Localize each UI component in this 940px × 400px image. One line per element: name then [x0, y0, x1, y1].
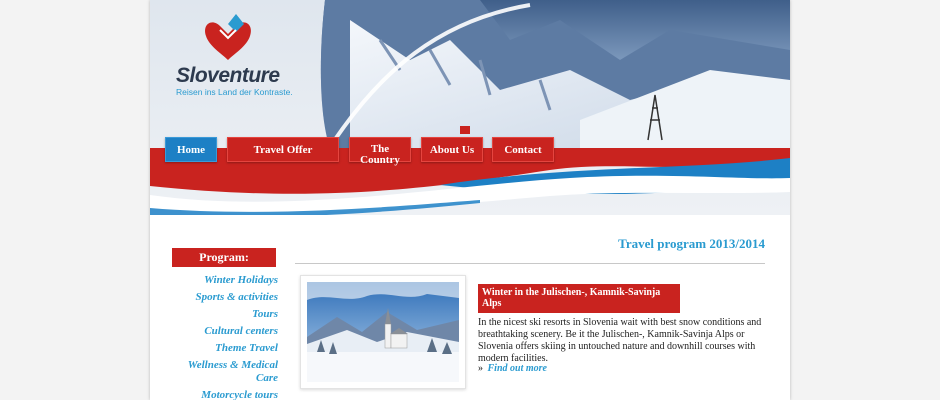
- winter-church-image: [307, 282, 459, 382]
- offer-heading: Winter in the Julischen-, Kamnik-Savinja…: [478, 284, 680, 313]
- nav-travel-offer[interactable]: Travel Offer: [227, 137, 339, 162]
- sidebar-item-winter-holidays[interactable]: Winter Holidays: [172, 272, 278, 289]
- find-out-more-link[interactable]: » Find out more: [478, 363, 547, 374]
- sidebar-item-wellness[interactable]: Wellness & Medical Care: [172, 357, 278, 387]
- sidebar-item-tours[interactable]: Tours: [172, 306, 278, 323]
- brand-name: Sloventure: [176, 64, 280, 87]
- nav-the-country[interactable]: The Country: [349, 137, 411, 166]
- sidebar-item-theme-travel[interactable]: Theme Travel: [172, 340, 278, 357]
- link-marker: »: [478, 363, 483, 374]
- program-sidebar: Program: Winter Holidays Sports & activi…: [172, 248, 278, 400]
- nav-home[interactable]: Home: [165, 137, 217, 162]
- offer-image-card[interactable]: [300, 275, 466, 389]
- nav-about-us[interactable]: About Us: [421, 137, 483, 162]
- header: Sloventure Reisen ins Land der Kontraste…: [150, 0, 790, 215]
- offer-description: In the nicest ski resorts in Slovenia wa…: [478, 317, 762, 364]
- logo[interactable]: Sloventure Reisen ins Land der Kontraste…: [162, 10, 302, 100]
- sidebar-item-motorcycle-tours[interactable]: Motorcycle tours: [172, 387, 278, 400]
- sidebar-list: Winter Holidays Sports & activities Tour…: [172, 272, 278, 400]
- sidebar-item-sports-activities[interactable]: Sports & activities: [172, 289, 279, 306]
- logo-heart-icon: [205, 14, 251, 60]
- sidebar-item-cultural-centers[interactable]: Cultural centers: [172, 323, 278, 340]
- sidebar-heading: Program:: [172, 248, 276, 267]
- main-nav: Home Travel Offer The Country About Us C…: [150, 137, 790, 167]
- page: Sloventure Reisen ins Land der Kontraste…: [150, 0, 790, 400]
- brand-tagline: Reisen ins Land der Kontraste.: [176, 87, 293, 97]
- title-divider: [295, 263, 765, 264]
- find-out-more-label: Find out more: [487, 363, 547, 374]
- nav-contact[interactable]: Contact: [492, 137, 554, 162]
- page-title: Travel program 2013/2014: [618, 236, 765, 251]
